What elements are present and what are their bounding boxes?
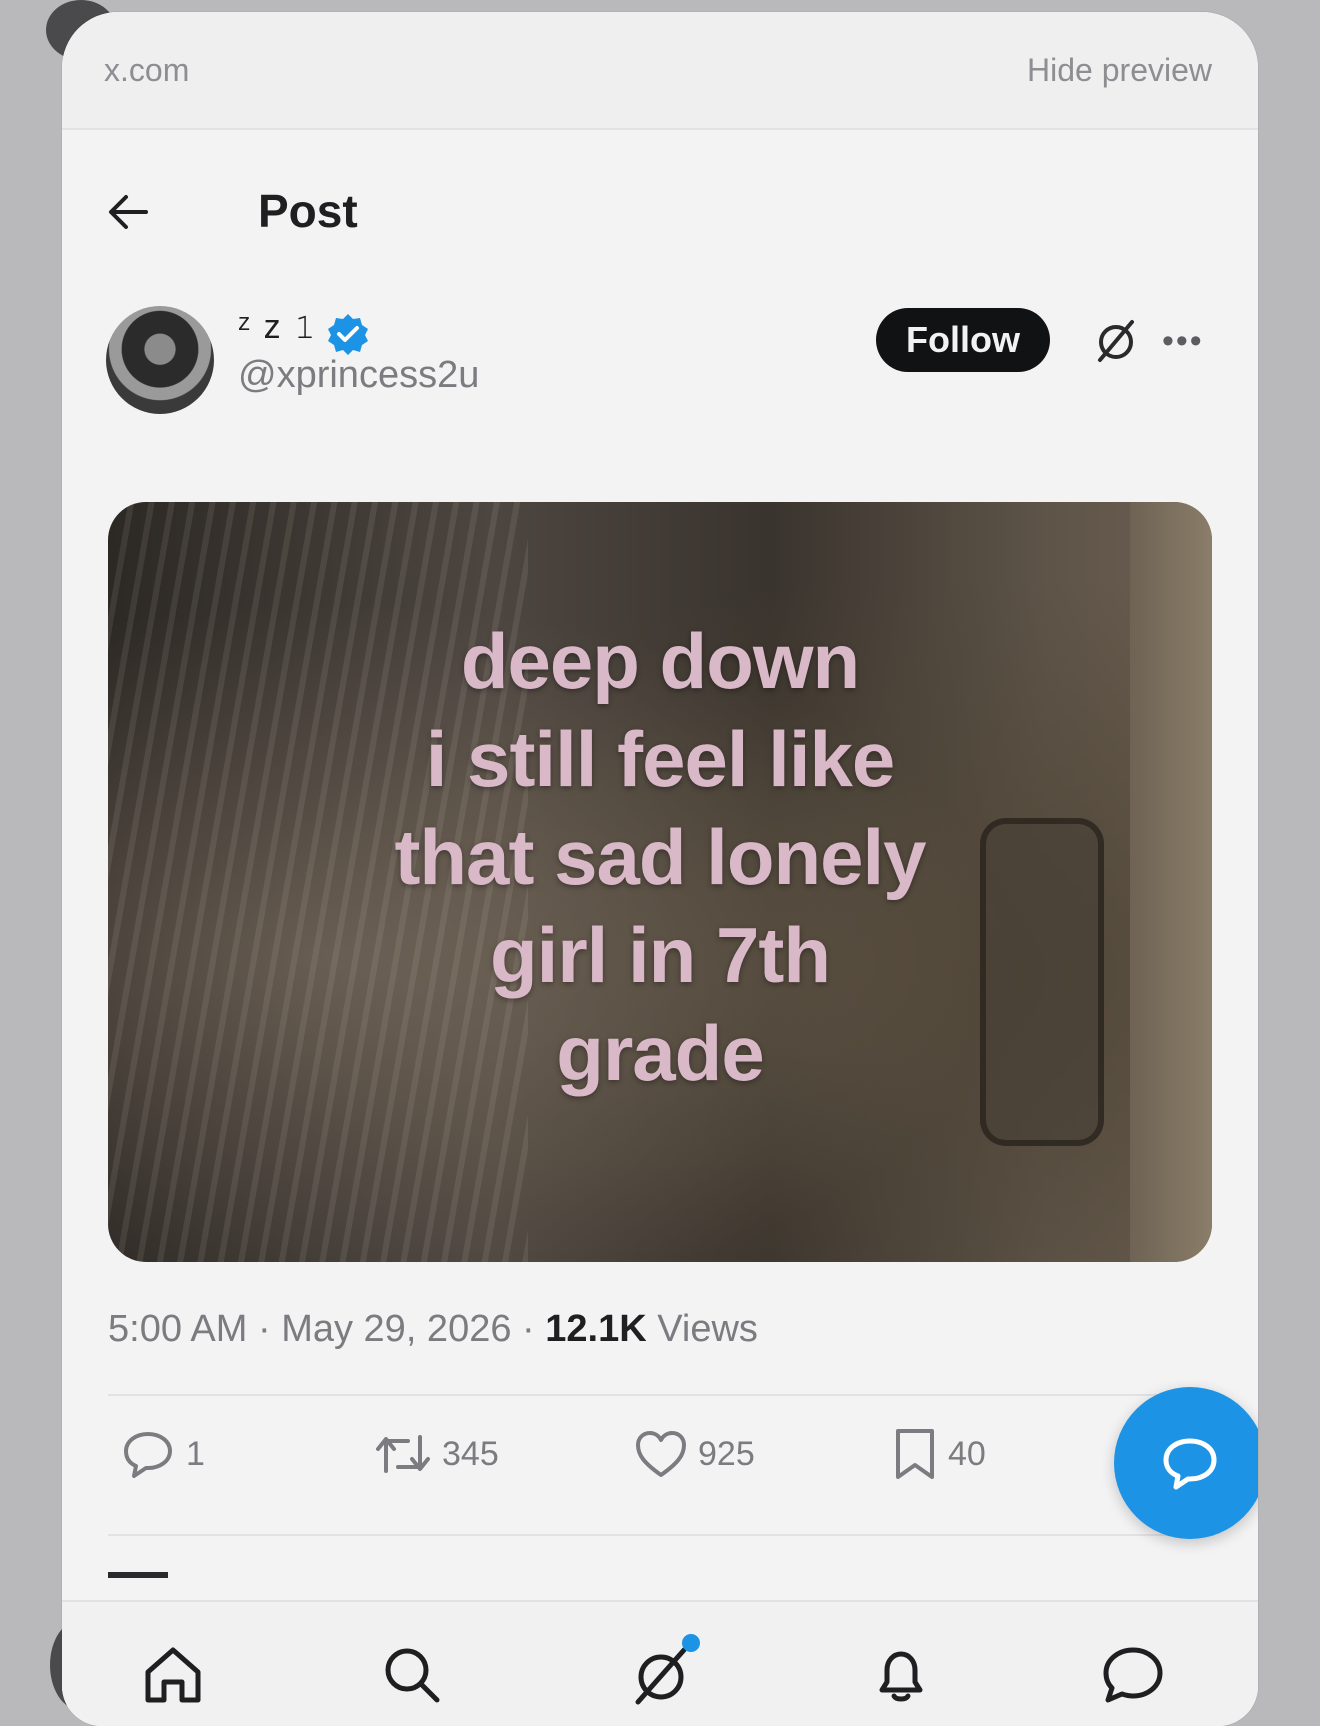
post-page: Post ᶻ z 𝟷 @xprincess2u Follow ••• deep … bbox=[62, 130, 1258, 1726]
post-media-image[interactable]: deep down i still feel like that sad lon… bbox=[108, 502, 1212, 1262]
media-caption-line: i still feel like bbox=[425, 715, 896, 803]
preview-host: x.com bbox=[104, 52, 190, 88]
views-label: Views bbox=[657, 1308, 758, 1350]
post-meta: 5:00 AM · May 29, 2026 · 12.1K Views bbox=[108, 1308, 758, 1351]
author-display-name[interactable]: ᶻ z 𝟷 bbox=[238, 308, 318, 347]
reply-button[interactable]: 1 bbox=[120, 1426, 205, 1482]
like-button[interactable]: 925 bbox=[634, 1426, 755, 1482]
reply-count: 1 bbox=[186, 1434, 205, 1473]
repost-count: 345 bbox=[442, 1434, 499, 1473]
media-caption-line: girl in 7th bbox=[490, 911, 831, 999]
more-options-icon[interactable]: ••• bbox=[1162, 322, 1204, 361]
back-arrow-icon[interactable] bbox=[106, 192, 150, 232]
bottom-tab-bar bbox=[62, 1600, 1258, 1726]
author-avatar[interactable] bbox=[106, 306, 214, 414]
meta-separator: · bbox=[522, 1308, 546, 1350]
reply-fab-button[interactable] bbox=[1114, 1387, 1258, 1539]
author-handle[interactable]: @xprincess2u bbox=[238, 354, 479, 397]
grok-icon bbox=[635, 1647, 687, 1705]
home-icon bbox=[145, 1647, 201, 1703]
grok-icon[interactable] bbox=[1092, 316, 1140, 364]
reply-icon bbox=[124, 1432, 172, 1478]
hide-preview-button[interactable]: Hide preview bbox=[1027, 52, 1212, 89]
tab-messages[interactable] bbox=[1100, 1642, 1166, 1708]
reply-fab-icon bbox=[1163, 1438, 1217, 1490]
tab-search[interactable] bbox=[379, 1642, 445, 1708]
divider bbox=[108, 1534, 1214, 1536]
bell-icon bbox=[879, 1651, 923, 1702]
like-count: 925 bbox=[698, 1434, 755, 1473]
views-count: 12.1K bbox=[545, 1308, 647, 1350]
search-icon bbox=[385, 1648, 440, 1703]
bookmark-count: 40 bbox=[948, 1434, 986, 1473]
divider bbox=[108, 1394, 1214, 1396]
page-title: Post bbox=[258, 185, 358, 237]
media-caption: deep down i still feel like that sad lon… bbox=[108, 612, 1212, 1102]
post-date: May 29, 2026 bbox=[281, 1308, 512, 1350]
next-section-peek bbox=[108, 1572, 168, 1592]
tab-home[interactable] bbox=[140, 1642, 206, 1708]
heart-icon bbox=[636, 1431, 686, 1477]
link-preview-sheet: x.com Hide preview Post ᶻ z 𝟷 @xprincess… bbox=[62, 12, 1258, 1726]
bookmark-icon bbox=[896, 1429, 934, 1479]
message-icon bbox=[1103, 1647, 1163, 1703]
tab-grok[interactable] bbox=[628, 1634, 700, 1708]
repost-icon bbox=[376, 1435, 430, 1473]
follow-button[interactable]: Follow bbox=[876, 308, 1050, 372]
verified-badge-icon bbox=[328, 314, 368, 355]
post-time: 5:00 AM bbox=[108, 1308, 248, 1350]
media-caption-line: deep down bbox=[460, 617, 860, 705]
preview-bar: x.com Hide preview bbox=[62, 12, 1258, 130]
media-caption-line: grade bbox=[556, 1009, 764, 1097]
notification-dot bbox=[682, 1634, 700, 1652]
repost-button[interactable]: 345 bbox=[374, 1426, 499, 1482]
bookmark-button[interactable]: 40 bbox=[892, 1426, 986, 1482]
meta-separator: · bbox=[257, 1308, 282, 1350]
tab-notifications[interactable] bbox=[868, 1642, 934, 1708]
media-caption-line: that sad lonely bbox=[394, 813, 926, 901]
